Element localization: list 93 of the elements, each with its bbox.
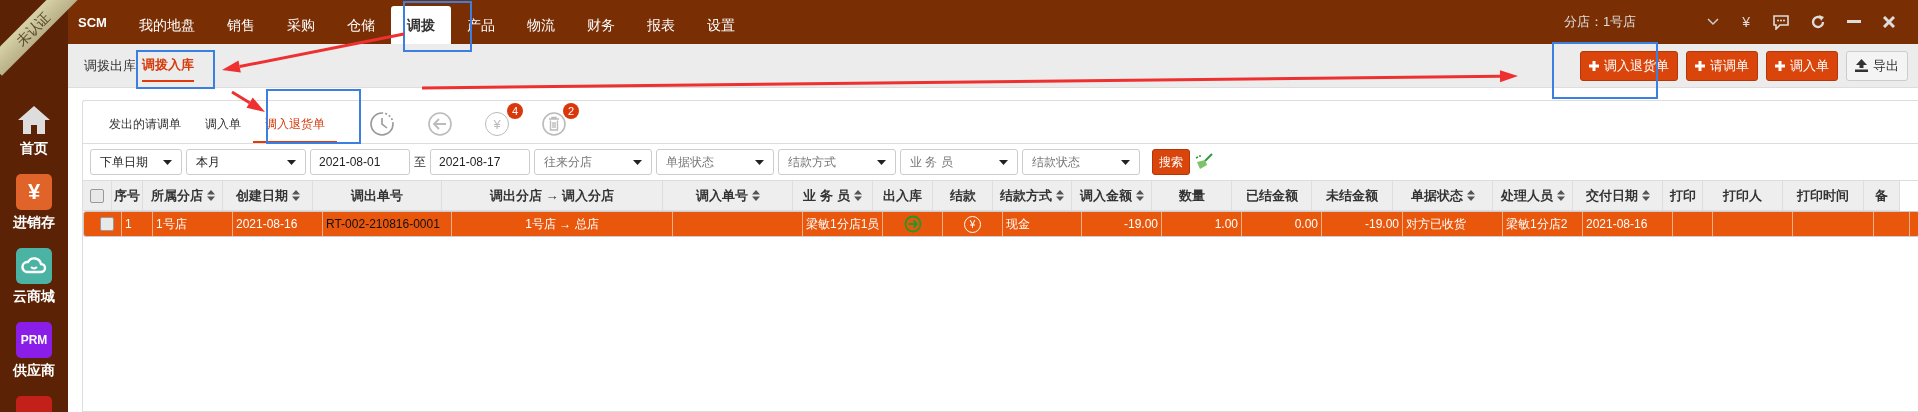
caret-icon (287, 159, 296, 165)
dropdown[interactable]: 结款状态 (1022, 149, 1140, 175)
caret-icon (1121, 159, 1130, 165)
count-badge: 4 (507, 103, 523, 119)
nav-tab[interactable]: 设置 (690, 6, 751, 44)
add-button[interactable]: 调入单 (1766, 50, 1838, 81)
tab[interactable]: 发出的请调单 (97, 109, 193, 143)
table-cell: RT-002-210816-0001 (323, 212, 452, 236)
nav-tab[interactable]: 采购 (270, 6, 331, 44)
column-header: 数量 (1152, 181, 1232, 211)
cloud-icon (16, 248, 52, 284)
dropdown[interactable]: 往来分店 (534, 149, 652, 175)
export-button[interactable]: 导出 (1846, 50, 1908, 81)
upload-icon (1855, 59, 1868, 72)
tab[interactable]: 调入单 (193, 109, 253, 143)
table-cell: 梁敏1分店1员 (803, 212, 883, 236)
sidebar-item[interactable]: 首页 (16, 104, 52, 158)
nav-tab[interactable]: 报表 (630, 6, 691, 44)
column-header: 打印人 (1703, 181, 1783, 211)
sortable-column-header[interactable]: 调入金额 (1072, 181, 1152, 211)
caret-icon (999, 159, 1008, 165)
refresh-icon[interactable] (1811, 15, 1825, 29)
nav-tab[interactable]: 我的地盘 (122, 6, 211, 44)
sortable-column-header[interactable]: 创建日期 (223, 181, 313, 211)
sortable-column-header[interactable]: 交付日期 (1573, 181, 1663, 211)
plus-icon (1695, 60, 1705, 71)
dropdown[interactable]: 单据状态 (656, 149, 774, 175)
sidebar-item[interactable]: 云商城 (13, 248, 55, 306)
dropdown[interactable]: 结款方式 (778, 149, 896, 175)
clock-icon[interactable] (369, 111, 395, 137)
home-icon (16, 104, 52, 136)
table-cell: 现金 (1003, 212, 1082, 236)
table-cell: 2021-08-16 (233, 212, 323, 236)
column-header: 调出单号 (313, 181, 442, 211)
table-row[interactable]: 1 1号店 2021-08-16 RT-002-210816-0001 1号店 → 总店 梁敏1分店1员 ¥ 现金 -19.00 1.00 0.00 -19.00 对方已收货 梁敏1分店2 2021-08-16 (83, 211, 1918, 237)
column-header: 出入库 (873, 181, 933, 211)
annotation-arrow (231, 90, 265, 112)
branch-selector[interactable]: 分店：1号店 (1563, 13, 1637, 31)
currency-button[interactable]: ¥ (1742, 14, 1750, 30)
sub-nav-tab[interactable]: 调拨出库 (84, 50, 136, 81)
checkbox[interactable] (100, 217, 114, 231)
sidebar-item[interactable]: PRM 供应商 (13, 322, 55, 380)
table-cell: 1号店 (153, 212, 233, 236)
column-header: 结款 (933, 181, 993, 211)
sortable-column-header[interactable]: 处理人员 (1493, 181, 1573, 211)
checkbox[interactable] (90, 188, 104, 203)
nav-tab[interactable]: 仓储 (330, 6, 391, 44)
column-header: 备 (1864, 181, 1900, 211)
chat-icon[interactable] (1773, 14, 1789, 30)
column-header: 已结金额 (1232, 181, 1312, 211)
sortable-column-header[interactable]: 调入单号 (663, 181, 793, 211)
logo: SCM (78, 14, 107, 30)
nav-tab[interactable]: 调拨 (390, 6, 451, 44)
plus-icon (1775, 60, 1785, 71)
column-header: 未结金额 (1312, 181, 1393, 211)
sortable-column-header[interactable]: 结款方式 (993, 181, 1072, 211)
trash-icon[interactable] (541, 111, 567, 137)
plus-icon (1589, 60, 1599, 71)
sortable-column-header[interactable]: 所属分店 (143, 181, 223, 211)
column-header: 序号 (112, 181, 143, 211)
sortable-column-header[interactable]: 单据状态 (1393, 181, 1493, 211)
dropdown[interactable]: 本月 (186, 149, 306, 175)
sub-nav-tab[interactable]: 调拨入库 (142, 49, 194, 82)
broom-icon[interactable] (1194, 153, 1214, 171)
sortable-column-header[interactable]: 业 务 员 (793, 181, 873, 211)
table-cell: 梁敏1分店2 (1503, 212, 1583, 236)
caret-icon (163, 159, 172, 165)
nav-tab[interactable]: 销售 (210, 6, 271, 44)
prm-icon: PRM (16, 322, 52, 358)
nav-tab[interactable]: 物流 (510, 6, 571, 44)
yen-icon: ¥ (16, 174, 52, 210)
table-cell: 1 (122, 212, 153, 236)
dropdown[interactable]: 下单日期 (90, 149, 182, 175)
column-header: 打印 (1663, 181, 1703, 211)
caret-icon (755, 159, 764, 165)
nav-tab[interactable]: 财务 (570, 6, 631, 44)
range-separator: 至 (414, 153, 426, 171)
count-badge: 2 (563, 103, 579, 119)
date-field[interactable]: 2021-08-01 (310, 149, 410, 175)
caret-icon (877, 159, 886, 165)
caret-icon (633, 159, 642, 165)
minimize-icon[interactable] (1847, 20, 1861, 24)
column-header: 调出分店 → 调入分店 (442, 181, 663, 211)
search-button[interactable]: 搜索 (1152, 149, 1190, 175)
add-button[interactable]: 请调单 (1686, 50, 1758, 81)
dropdown[interactable]: 业 务 员 (900, 149, 1018, 175)
table-cell: 2021-08-16 (1583, 212, 1673, 236)
chevron-down-icon[interactable] (1707, 18, 1720, 26)
sidebar-item[interactable]: ¥ 进销存 (13, 174, 55, 232)
close-icon[interactable] (1883, 16, 1895, 28)
date-field[interactable]: 2021-08-17 (430, 149, 530, 175)
column-header: 打印时间 (1783, 181, 1864, 211)
table-cell: 对方已收货 (1403, 212, 1503, 236)
